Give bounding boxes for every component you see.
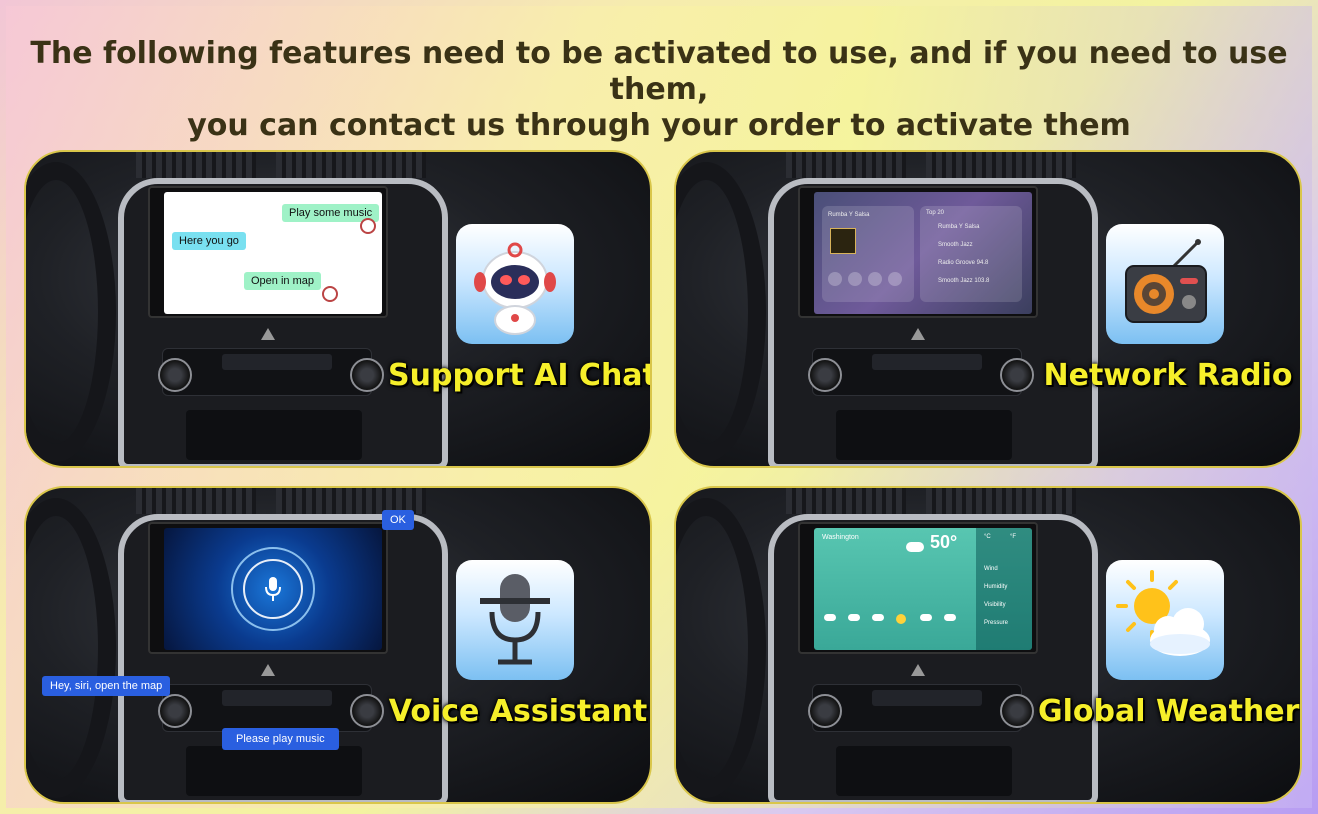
climate-display	[222, 690, 332, 706]
climate-knob-right	[350, 358, 384, 392]
forecast-icon	[848, 614, 860, 621]
cloud-icon	[906, 542, 924, 552]
air-vent	[926, 488, 1076, 514]
head-unit-screen: Rumba Y Salsa Top 20 Rumba Y Salsa Smoot…	[814, 192, 1032, 314]
robot-icon	[322, 286, 338, 302]
siri-bubble: Hey, siri, open the map	[42, 676, 171, 696]
page-headline: The following features need to be activa…	[0, 36, 1318, 144]
climate-display	[222, 354, 332, 370]
climate-display	[872, 354, 982, 370]
lower-console	[186, 746, 362, 796]
steering-wheel	[26, 498, 116, 798]
radio-icon	[1125, 239, 1207, 323]
steering-wheel	[26, 162, 116, 462]
climate-knob-right	[1000, 694, 1034, 728]
climate-knob-left	[808, 694, 842, 728]
list-title: Top 20	[926, 210, 945, 216]
global-weather-tile	[1106, 560, 1224, 680]
head-unit-screen	[164, 528, 382, 650]
feature-label: Global Weather	[1038, 694, 1300, 729]
list-item: Rumba Y Salsa	[938, 224, 980, 230]
next-icon	[868, 272, 882, 286]
headline-line-2: you can contact us through your order to…	[187, 108, 1131, 143]
voice-assistant-tile	[456, 560, 574, 680]
ai-chat-tile	[456, 224, 574, 344]
hazard-icon	[261, 328, 275, 340]
feature-label: Network Radio	[1043, 358, 1293, 393]
climate-knob-left	[808, 358, 842, 392]
air-vent	[926, 152, 1076, 178]
forecast-icon	[872, 614, 884, 621]
steering-wheel	[676, 162, 766, 462]
hazard-icon	[911, 664, 925, 676]
station-list-card	[920, 206, 1022, 302]
network-radio-tile	[1106, 224, 1224, 344]
forecast-icon	[824, 614, 836, 621]
forecast-icon	[920, 614, 932, 621]
head-unit-screen: Washington 50° °C °F Wind Humidity Visib…	[814, 528, 1032, 650]
steering-wheel	[676, 498, 766, 798]
weather-detail: Pressure	[984, 620, 1009, 626]
hazard-icon	[911, 328, 925, 340]
head-unit-screen: Play some music Here you go Open in map	[164, 192, 382, 314]
climate-knob-right	[1000, 358, 1034, 392]
weather-temp: 50°	[930, 532, 958, 552]
feature-panel-global-weather: Washington 50° °C °F Wind Humidity Visib…	[674, 486, 1302, 804]
unit-fahrenheit: °F	[1010, 534, 1017, 540]
lower-console	[186, 410, 362, 460]
forecast-icon	[896, 614, 906, 624]
air-vent	[136, 488, 256, 514]
air-vent	[786, 488, 906, 514]
list-item: Smooth Jazz 103.8	[938, 278, 990, 284]
weather-icon	[1116, 570, 1210, 656]
robot-icon	[360, 218, 376, 234]
music-bubble: Please play music	[222, 728, 339, 750]
play-icon	[848, 272, 862, 286]
weather-detail: Visibility	[984, 602, 1006, 608]
climate-knob-left	[158, 694, 192, 728]
climate-knob-left	[158, 358, 192, 392]
lower-console	[836, 410, 1012, 460]
microphone-icon	[480, 574, 550, 665]
station-name: Rumba Y Salsa	[828, 212, 870, 218]
climate-knob-right	[350, 694, 384, 728]
list-item: Smooth Jazz	[938, 242, 973, 248]
unit-celsius: °C	[984, 534, 991, 540]
microphone-icon	[265, 577, 281, 601]
feature-panel-ai-chat: Play some music Here you go Open in map …	[24, 150, 652, 468]
climate-display	[872, 690, 982, 706]
feature-label: Support AI Chat	[388, 358, 652, 393]
weather-city: Washington	[822, 534, 859, 541]
album-art	[830, 228, 856, 254]
list-item: Radio Groove 94.8	[938, 260, 989, 266]
feature-label: Voice Assistant	[388, 694, 648, 729]
weather-detail: Humidity	[984, 584, 1008, 590]
headline-line-1: The following features need to be activa…	[30, 36, 1288, 107]
robot-icon	[474, 242, 556, 335]
weather-detail: Wind	[984, 566, 998, 572]
air-vent	[136, 152, 256, 178]
now-playing-card	[822, 206, 914, 302]
lower-console	[836, 746, 1012, 796]
chat-bubble-assistant: Here you go	[172, 232, 246, 250]
forecast-icon	[944, 614, 956, 621]
prev-icon	[828, 272, 842, 286]
feature-panel-network-radio: Rumba Y Salsa Top 20 Rumba Y Salsa Smoot…	[674, 150, 1302, 468]
hazard-icon	[261, 664, 275, 676]
air-vent	[276, 152, 426, 178]
ok-bubble: OK	[382, 510, 414, 530]
heart-icon	[888, 272, 902, 286]
chat-bubble-user: Open in map	[244, 272, 321, 290]
feature-panel-voice-assistant: OK Hey, siri, open the map Please play m…	[24, 486, 652, 804]
air-vent	[786, 152, 906, 178]
